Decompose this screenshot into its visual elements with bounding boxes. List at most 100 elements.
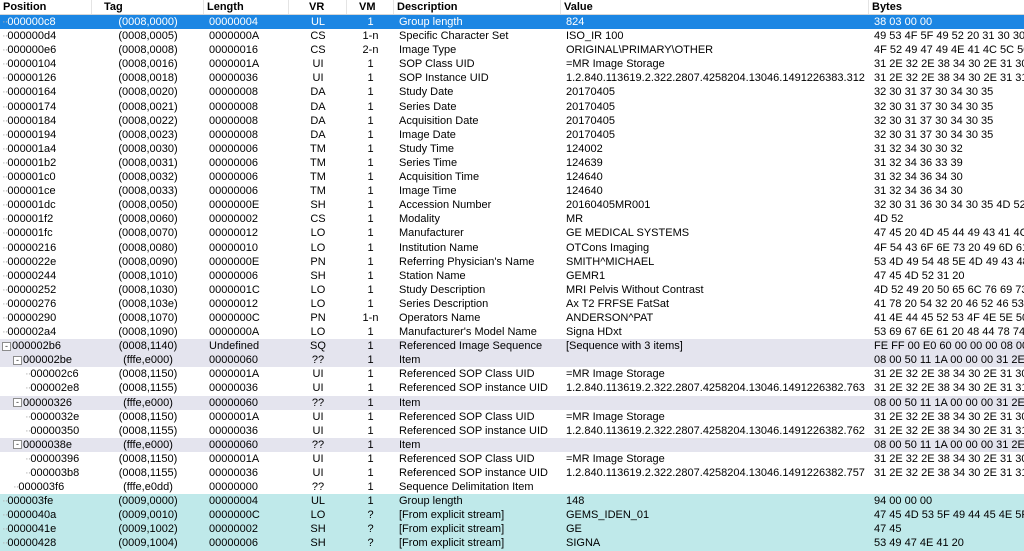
position-text: 00000244 (7, 269, 57, 282)
cell-description: Image Date (399, 128, 456, 141)
cell-bytes: 31 2E 32 2E 38 34 30 2E 31 31 33 3... (874, 424, 1024, 437)
cell-vm: ? (367, 509, 374, 522)
cell-vr: LO (310, 227, 326, 240)
table-row[interactable]: ··000003f6 (fffe,e0dd) 00000000?? 1 Sequence… (0, 480, 1024, 494)
cell-vr: TM (310, 156, 326, 169)
cell-value: 148 (566, 495, 585, 508)
table-row[interactable]: ··0000032e (0008,1150) 0000001A UI 1 Referenc… (0, 410, 1024, 424)
cell-length: 0000001A (209, 452, 260, 465)
table-row[interactable]: ··00000184 (0008,0022) 00000008 DA 1 Acquisit… (0, 114, 1024, 128)
cell-bytes: 31 2E 32 2E 38 34 30 2E 31 30 30 3... (874, 368, 1024, 381)
table-row[interactable]: ··00000126 (0008,0018) 00000036 UI 1 SOP Inst… (0, 71, 1024, 85)
cell-tag: (0008,0032) (118, 171, 178, 184)
table-row[interactable]: ··000000c8 (0008,0000) 00000004 UL 1 Group le… (0, 15, 1024, 30)
cell-length: 0000000C (209, 311, 260, 324)
cell-bytes: 47 45 20 4D 45 44 49 43 41 4C 20 5... (874, 227, 1024, 240)
position-text: 000003fe (7, 495, 54, 508)
table-row[interactable]: -000002be (fffe,e000) 00000060?? 1 Item 08 00… (0, 353, 1024, 368)
cell-bytes: 31 2E 32 2E 38 34 30 2E 31 31 33 3... (874, 72, 1024, 85)
cell-vr: CS (310, 30, 326, 43)
table-row[interactable]: ··000001f2 (0008,0060) 00000002 CS 1 Modality… (0, 212, 1024, 226)
cell-bytes: 41 4E 44 45 52 53 4F 4E 5E 50 41 54 (874, 311, 1024, 324)
cell-tag: (0008,1030) (118, 283, 178, 296)
column-header-value[interactable]: Value (561, 0, 869, 14)
table-row[interactable]: -0000038e (fffe,e000) 00000060?? 1 Item 08 00… (0, 437, 1024, 452)
cell-bytes: 31 2E 32 2E 38 34 30 2E 31 31 33 3... (874, 467, 1024, 479)
cell-tag: (0008,1155) (118, 424, 178, 437)
table-row[interactable]: ··000003b8 (0008,1155) 00000036 UI 1 Referenc… (0, 466, 1024, 480)
cell-description: Referenced Image Sequence (399, 340, 543, 353)
cell-length: Undefined (209, 340, 260, 353)
cell-vr: ?? (311, 354, 325, 367)
cell-tag: (0008,0005) (118, 30, 178, 43)
table-row[interactable]: ··00000216 (0008,0080) 00000010 LO 1 Institut… (0, 241, 1024, 255)
table-row[interactable]: ··000001a4 (0008,0030) 00000006 TM 1 Study Ti… (0, 142, 1024, 156)
cell-tag: (0008,0070) (118, 227, 178, 240)
cell-bytes: 4F 54 43 6F 6E 73 20 49 6D 61 67 6... (874, 241, 1024, 254)
table-row[interactable]: ··0000022e (0008,0090) 0000000E PN 1 Referrin… (0, 255, 1024, 269)
cell-length: 00000002 (209, 523, 258, 536)
table-row[interactable]: ··000001b2 (0008,0031) 00000006 TM 1 Series T… (0, 156, 1024, 170)
cell-vr: UI (312, 452, 324, 465)
tree-collapse-icon[interactable]: - (2, 341, 11, 351)
cell-value: 20170405 (566, 128, 615, 141)
column-header-vm[interactable]: VM (347, 0, 394, 14)
cell-vm: 1 (367, 354, 374, 367)
table-row[interactable]: ··00000252 (0008,1030) 0000001C LO 1 Study De… (0, 283, 1024, 297)
cell-length: 0000000A (209, 30, 260, 43)
tree-collapse-icon[interactable]: - (13, 440, 22, 450)
table-row[interactable]: ··000001c0 (0008,0032) 00000006 TM 1 Acquisit… (0, 170, 1024, 184)
cell-tag: (0008,0018) (118, 72, 178, 85)
cell-value: ISO_IR 100 (566, 30, 624, 43)
column-header-bytes[interactable]: Bytes (869, 0, 1024, 14)
table-row[interactable]: ··00000194 (0008,0023) 00000008 DA 1 Image Da… (0, 128, 1024, 142)
table-row[interactable]: ··00000350 (0008,1155) 00000036 UI 1 Referenc… (0, 424, 1024, 438)
cell-value: ANDERSON^PAT (566, 311, 654, 324)
cell-vm: 1 (367, 114, 374, 127)
table-row[interactable]: ··000001fc (0008,0070) 00000012 LO 1 Manufact… (0, 226, 1024, 240)
table-row[interactable]: ··000000e6 (0008,0008) 00000016 CS 2-n Image … (0, 43, 1024, 57)
table-row[interactable]: ··00000244 (0008,1010) 00000006 SH 1 Station … (0, 269, 1024, 283)
cell-vm: 1 (367, 467, 374, 479)
table-row[interactable]: ··000001dc (0008,0050) 0000000E SH 1 Accessio… (0, 198, 1024, 212)
tree-collapse-icon[interactable]: - (13, 398, 22, 408)
table-row[interactable]: ··000000d4 (0008,0005) 0000000A CS 1-n Specif… (0, 29, 1024, 43)
table-row[interactable]: ··00000164 (0008,0020) 00000008 DA 1 Study Da… (0, 85, 1024, 99)
cell-tag: (0008,0060) (118, 213, 178, 226)
column-header-position[interactable]: Position (0, 0, 92, 14)
table-row[interactable]: ··00000276 (0008,103e) 00000012 LO 1 Series D… (0, 297, 1024, 311)
table-row[interactable]: ··0000041e (0009,1002) 00000002 SH? [From ex… (0, 522, 1024, 537)
table-row[interactable]: ··00000428 (0009,1004) 00000006 SH? [From ex… (0, 536, 1024, 551)
table-row[interactable]: ··000001ce (0008,0033) 00000006 TM 1 Image Ti… (0, 184, 1024, 198)
table-row[interactable]: -000002b6 (0008,1140) Undefined SQ 1 Referenc… (0, 339, 1024, 354)
cell-vm: 1 (367, 283, 374, 296)
cell-tag: (0008,1150) (118, 452, 178, 465)
table-row[interactable]: ··00000174 (0008,0021) 00000008 DA 1 Series D… (0, 100, 1024, 114)
column-header-vr[interactable]: VR (289, 0, 347, 14)
table-row[interactable]: ··000003fe (0009,0000) 00000004 UL 1 Group le… (0, 494, 1024, 509)
cell-description: Referenced SOP Class UID (399, 452, 535, 465)
table-row[interactable]: ··00000104 (0008,0016) 0000001A UI 1 SOP Clas… (0, 57, 1024, 71)
cell-bytes: 32 30 31 37 30 34 30 35 (874, 86, 994, 99)
table-row[interactable]: ··00000396 (0008,1150) 0000001A UI 1 Referenc… (0, 452, 1024, 466)
cell-position: ··000001dc (0, 198, 92, 212)
position-text: 00000350 (30, 424, 80, 437)
cell-tag: (0008,0050) (118, 199, 178, 212)
cell-length: 00000036 (209, 382, 258, 395)
table-row[interactable]: ··0000040a (0009,0010) 0000000C LO? [From ex… (0, 508, 1024, 523)
column-header-description[interactable]: Description (394, 0, 561, 14)
cell-vm: ? (367, 523, 374, 536)
tree-collapse-icon[interactable]: - (13, 355, 22, 365)
cell-bytes (869, 480, 1024, 494)
cell-description: [From explicit stream] (399, 523, 505, 536)
table-row[interactable]: ··00000290 (0008,1070) 0000000C PN 1-n Operat… (0, 311, 1024, 325)
column-header-length[interactable]: Length (204, 0, 289, 14)
column-header-tag[interactable]: Tag (92, 0, 204, 14)
cell-description: Image Time (399, 185, 457, 198)
cell-value: 1.2.840.113619.2.322.2807.4258204.13046.… (566, 382, 865, 395)
cell-vm: 1 (367, 156, 374, 169)
table-row[interactable]: -00000326 (fffe,e000) 00000060?? 1 Item 08 00… (0, 395, 1024, 410)
table-row[interactable]: ··000002a4 (0008,1090) 0000000A LO 1 Manufact… (0, 325, 1024, 339)
table-row[interactable]: ··000002e8 (0008,1155) 00000036 UI 1 Referenc… (0, 381, 1024, 395)
table-row[interactable]: ··000002c6 (0008,1150) 0000001A UI 1 Referenc… (0, 367, 1024, 381)
